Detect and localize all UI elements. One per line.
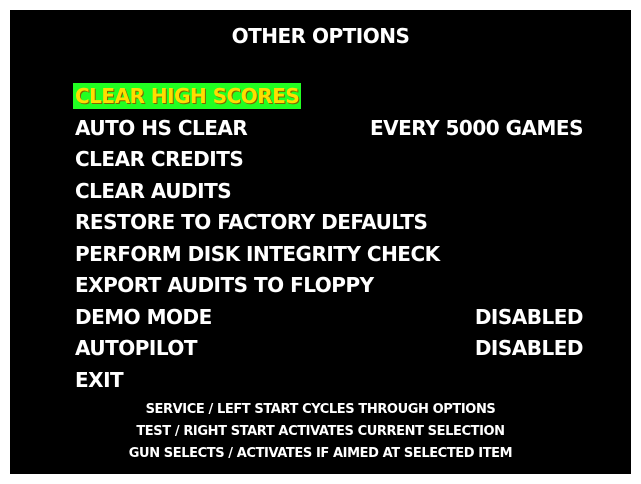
menu-item-disk-integrity-check[interactable]: PERFORM DISK INTEGRITY CHECK [73,239,603,271]
menu-item-demo-mode[interactable]: DEMO MODE DISABLED [73,302,603,334]
options-screen: OTHER OPTIONS CLEAR HIGH SCORES AUTO HS … [10,10,631,474]
menu-item-label: RESTORE TO FACTORY DEFAULTS [75,210,428,234]
menu-item-label: AUTO HS CLEAR [75,115,248,140]
instruction-line: GUN SELECTS / ACTIVATES IF AIMED AT SELE… [128,446,513,461]
menu-item-label: AUTOPILOT [75,336,198,360]
menu-item-restore-factory-defaults[interactable]: RESTORE TO FACTORY DEFAULTS [73,207,603,239]
menu-item-exit[interactable]: EXIT [73,365,603,397]
menu-item-value: DISABLED [474,304,584,329]
menu-item-label: EXIT [75,367,124,392]
menu-item-label: EXPORT AUDITS TO FLOPPY [75,273,374,297]
menu-item-value: DISABLED [474,336,584,360]
menu-item-label: CLEAR HIGH SCORES [73,83,302,109]
menu-item-autopilot[interactable]: AUTOPILOT DISABLED [73,333,603,365]
options-menu: CLEAR HIGH SCORES AUTO HS CLEAR EVERY 50… [73,81,603,396]
menu-item-label: CLEAR CREDITS [75,147,244,171]
menu-item-value: EVERY 5000 GAMES [369,115,584,140]
menu-item-auto-hs-clear[interactable]: AUTO HS CLEAR EVERY 5000 GAMES [73,113,603,145]
menu-item-export-audits[interactable]: EXPORT AUDITS TO FLOPPY [73,270,603,302]
menu-item-label: DEMO MODE [75,304,212,329]
menu-item-clear-credits[interactable]: CLEAR CREDITS [73,144,603,176]
instruction-line: SERVICE / LEFT START CYCLES THROUGH OPTI… [145,402,496,417]
menu-item-label: PERFORM DISK INTEGRITY CHECK [75,241,440,266]
menu-item-clear-high-scores[interactable]: CLEAR HIGH SCORES [73,81,603,113]
menu-item-clear-audits[interactable]: CLEAR AUDITS [73,176,603,208]
instructions-footer: SERVICE / LEFT START CYCLES THROUGH OPTI… [10,399,631,465]
instruction-line: TEST / RIGHT START ACTIVATES CURRENT SEL… [136,424,505,439]
menu-item-label: CLEAR AUDITS [75,178,232,203]
screen-title: OTHER OPTIONS [231,24,410,48]
